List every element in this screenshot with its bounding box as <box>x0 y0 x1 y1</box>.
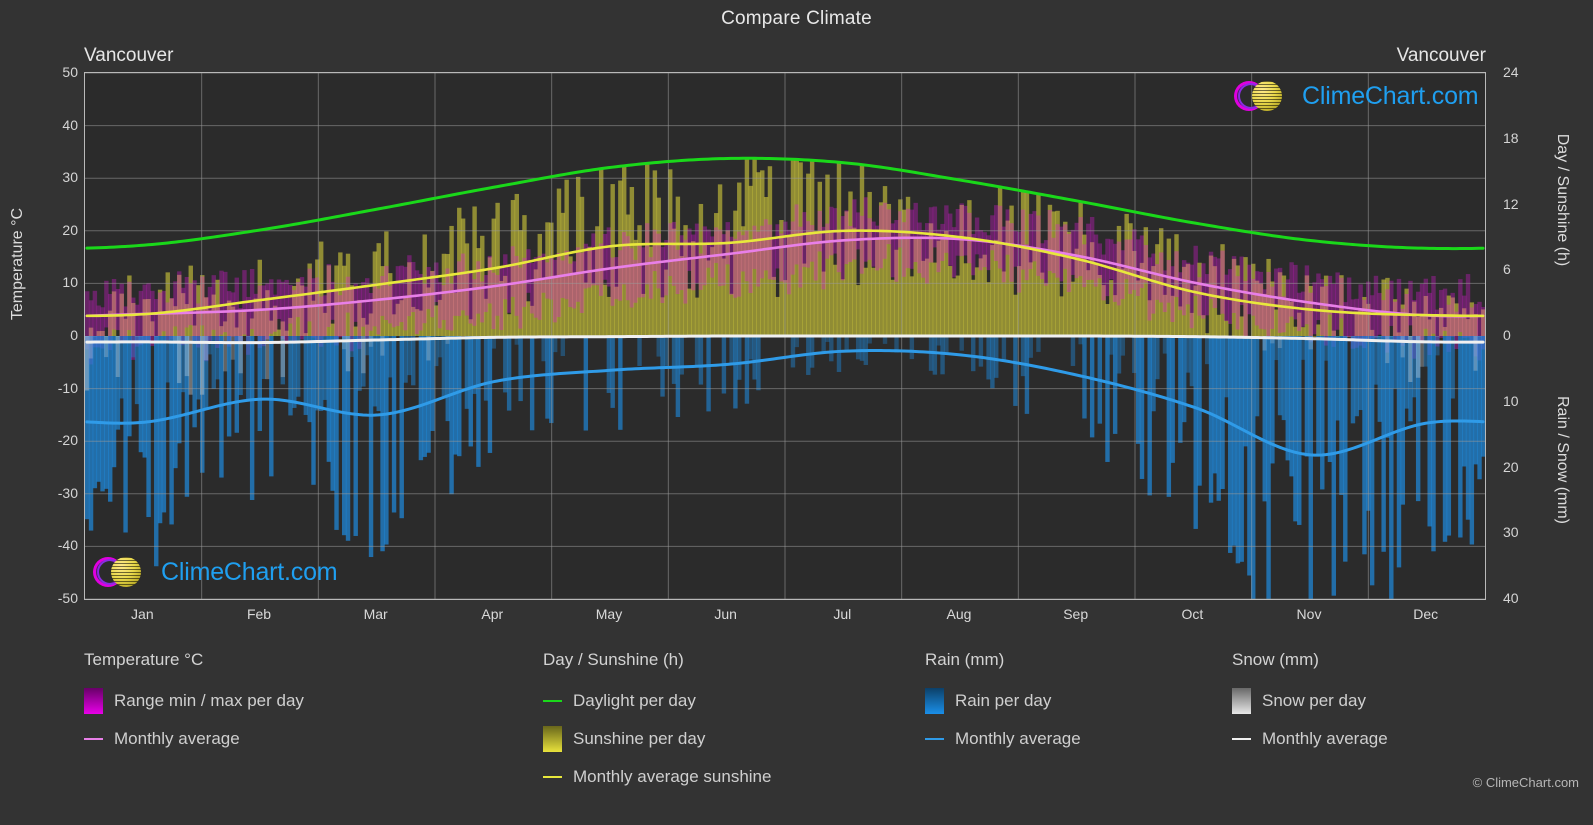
y-tick-left: -10 <box>57 379 78 396</box>
y-tick-right-mm: 10 <box>1503 392 1519 409</box>
legend-item[interactable]: Snow per day <box>1232 682 1388 720</box>
x-tick-sep: Sep <box>1063 606 1089 622</box>
x-tick-may: May <box>595 606 623 622</box>
x-tick-oct: Oct <box>1181 606 1204 622</box>
legend-item-label: Daylight per day <box>573 691 696 710</box>
y-tick-right-hours: 6 <box>1503 261 1511 278</box>
legend-swatch-box <box>1232 688 1251 714</box>
legend-swatch-line <box>1232 726 1251 752</box>
legend-item[interactable]: Monthly average sunshine <box>543 758 771 796</box>
y-tick-left: -20 <box>57 432 78 449</box>
copyright-text: © ClimeChart.com <box>1472 775 1579 790</box>
climate-chart-page: Compare Climate Vancouver Vancouver Temp… <box>0 0 1593 825</box>
climechart-logo-icon <box>1234 78 1296 114</box>
y-tick-right-hours: 12 <box>1503 195 1519 212</box>
legend-item-label: Range min / max per day <box>114 691 304 710</box>
y-tick-left: 0 <box>70 327 78 343</box>
climechart-logo-icon <box>93 554 155 590</box>
legend-group-temperature-c: Temperature °C Range min / max per day Mon… <box>84 650 304 758</box>
y-axis-label-rain-snow: Rain / Snow (mm) <box>1554 395 1571 525</box>
legend-item-label: Rain per day <box>955 691 1052 710</box>
legend-swatch-box <box>543 726 562 752</box>
legend-group-day-sunshine-h: Day / Sunshine (h) Daylight per day Sunshi… <box>543 650 771 796</box>
legend-swatch-line <box>84 726 103 752</box>
legend-item[interactable]: Range min / max per day <box>84 682 304 720</box>
y-tick-right-mm: 40 <box>1503 590 1519 606</box>
logo-wordmark: ClimeChart.com <box>161 557 338 586</box>
x-tick-aug: Aug <box>946 606 972 622</box>
legend-swatch-line <box>925 726 944 752</box>
y-axis-label-temperature: Temperature °C <box>9 207 26 321</box>
legend-item[interactable]: Monthly average <box>925 720 1081 758</box>
y-tick-left: 50 <box>62 64 78 80</box>
x-tick-apr: Apr <box>481 606 504 622</box>
y-tick-left: -30 <box>57 484 78 501</box>
y-tick-left: 20 <box>62 221 78 238</box>
x-tick-dec: Dec <box>1413 606 1439 622</box>
legend-item-label: Monthly average <box>1262 729 1388 748</box>
chart-legend: Temperature °C Range min / max per day Mon… <box>0 650 1593 825</box>
y-tick-right-mm: 20 <box>1503 458 1519 475</box>
y-tick-right-hours: 24 <box>1503 64 1519 80</box>
y-tick-left: 30 <box>62 169 78 186</box>
legend-item[interactable]: Monthly average <box>84 720 304 758</box>
legend-group-rain-mm: Rain (mm) Rain per day Monthly average <box>925 650 1081 758</box>
legend-item[interactable]: Sunshine per day <box>543 720 771 758</box>
legend-item-label: Monthly average <box>955 729 1081 748</box>
legend-swatch-box <box>925 688 944 714</box>
legend-item[interactable]: Monthly average <box>1232 720 1388 758</box>
legend-item[interactable]: Rain per day <box>925 682 1081 720</box>
x-tick-feb: Feb <box>246 606 272 622</box>
legend-swatch-box <box>84 688 103 714</box>
x-tick-jun: Jun <box>714 606 737 622</box>
legend-group-title: Rain (mm) <box>925 650 1005 669</box>
x-tick-jan: Jan <box>131 606 154 622</box>
legend-item-label: Snow per day <box>1262 691 1366 710</box>
x-tick-nov: Nov <box>1296 606 1322 622</box>
legend-group-title: Temperature °C <box>84 650 204 669</box>
legend-item-label: Monthly average sunshine <box>573 767 772 786</box>
legend-swatch-line <box>543 764 562 790</box>
y-tick-right-hours: 18 <box>1503 129 1519 146</box>
chart-plot-area <box>84 72 1486 600</box>
x-tick-jul: Jul <box>833 606 852 622</box>
city-label-right: Vancouver <box>1396 45 1486 66</box>
legend-group-title: Day / Sunshine (h) <box>543 650 684 669</box>
chart-canvas <box>85 73 1485 599</box>
watermark-logo-top: ClimeChart.com <box>1234 78 1479 114</box>
y-tick-right-mm: 30 <box>1503 524 1519 541</box>
legend-group-title: Snow (mm) <box>1232 650 1319 669</box>
x-tick-mar: Mar <box>363 606 388 622</box>
legend-swatch-line <box>543 688 562 714</box>
watermark-logo-bottom: ClimeChart.com <box>93 554 338 590</box>
logo-wordmark: ClimeChart.com <box>1302 81 1479 110</box>
legend-group-snow-mm: Snow (mm) Snow per day Monthly average <box>1232 650 1388 758</box>
page-title: Compare Climate <box>721 8 872 29</box>
y-tick-left: 10 <box>62 274 78 291</box>
y-tick-left: -50 <box>57 590 78 606</box>
city-label-left: Vancouver <box>84 45 174 66</box>
y-tick-left: -40 <box>57 537 78 554</box>
legend-item-label: Monthly average <box>114 729 240 748</box>
y-tick-right-hours: 0 <box>1503 327 1511 343</box>
y-tick-left: 40 <box>62 116 78 133</box>
legend-item[interactable]: Daylight per day <box>543 682 771 720</box>
legend-item-label: Sunshine per day <box>573 729 706 748</box>
y-axis-label-day-sunshine: Day / Sunshine (h) <box>1554 133 1571 267</box>
